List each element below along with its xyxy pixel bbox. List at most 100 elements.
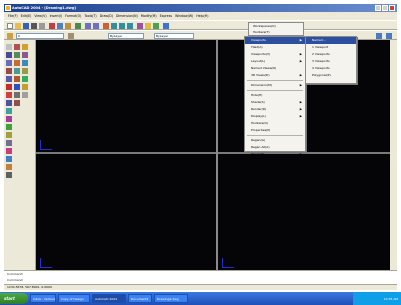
dropdown-item[interactable]: Viewports ▶ <box>245 37 305 44</box>
taskbar-button[interactable]: Document1 <box>128 294 152 303</box>
trim-icon[interactable] <box>22 76 28 82</box>
save-icon[interactable] <box>23 23 29 29</box>
taskbar-button[interactable]: Copy of Design <box>58 294 90 303</box>
menu-format[interactable]: Format(O) <box>65 14 81 18</box>
mirror-icon[interactable] <box>14 52 20 58</box>
menu-edit[interactable]: Edit(E) <box>21 14 32 18</box>
match-properties-icon[interactable] <box>75 23 81 29</box>
dropdown-item[interactable]: Dimension(M) ▶ <box>245 82 305 89</box>
insert-block-icon[interactable] <box>6 124 12 130</box>
cut-icon[interactable] <box>49 23 55 29</box>
offset-icon[interactable] <box>22 52 28 58</box>
viewport-divider-vertical[interactable] <box>216 40 218 270</box>
plot-style-icon[interactable] <box>386 33 392 39</box>
new-icon[interactable] <box>7 23 13 29</box>
dropdown-item[interactable]: Properties(P) <box>245 127 305 134</box>
dropdown-item[interactable]: Render(R) ▶ <box>245 106 305 113</box>
make-current-icon[interactable] <box>68 33 74 39</box>
fillet-icon[interactable] <box>22 92 28 98</box>
paste-icon[interactable] <box>65 23 71 29</box>
redo-icon[interactable] <box>93 23 99 29</box>
color-combo[interactable]: ByLayer <box>108 33 144 39</box>
menu-help[interactable]: Help(H) <box>196 14 208 18</box>
close-button[interactable] <box>389 5 395 11</box>
explode-icon[interactable] <box>14 100 20 106</box>
dropdown-item[interactable]: Viewports(V) ▶ <box>245 51 305 58</box>
dropdown-item[interactable]: Shade(S) ▶ <box>245 99 305 106</box>
circle-icon[interactable] <box>6 92 12 98</box>
print-icon[interactable] <box>31 23 37 29</box>
undo-icon[interactable] <box>85 23 91 29</box>
chamfer-icon[interactable] <box>14 92 20 98</box>
erase-icon[interactable] <box>14 44 20 50</box>
ellipse-icon[interactable] <box>6 116 12 122</box>
taskbar-button[interactable]: Inbox - Outlook <box>30 294 56 303</box>
menu-draw[interactable]: Draw(D) <box>100 14 113 18</box>
arc-icon[interactable] <box>6 84 12 90</box>
copy-icon[interactable] <box>57 23 63 29</box>
viewport-divider-horizontal[interactable] <box>36 152 390 154</box>
open-icon[interactable] <box>15 23 21 29</box>
make-block-icon[interactable] <box>6 132 12 138</box>
dropdown-item[interactable]: Regen(G) <box>245 137 305 144</box>
pan-icon[interactable] <box>103 23 109 29</box>
flyout-item[interactable]: Named... <box>306 37 356 44</box>
flyout-item[interactable]: 3 Viewports <box>306 58 356 65</box>
menu-file[interactable]: File(F) <box>8 14 18 18</box>
maximize-button[interactable] <box>382 5 388 11</box>
zoom-window-icon[interactable] <box>119 23 125 29</box>
flyout-item[interactable]: 1 Viewport <box>306 44 356 51</box>
flyout-item[interactable]: 4 Viewports <box>306 65 356 72</box>
flyout-item[interactable]: Polygonal(P) <box>306 72 356 79</box>
table-icon[interactable] <box>6 164 12 170</box>
copy-object-icon[interactable] <box>22 44 28 50</box>
minimize-button[interactable] <box>375 5 381 11</box>
break-icon[interactable] <box>22 84 28 90</box>
array-icon[interactable] <box>14 60 20 66</box>
spline-icon[interactable] <box>6 108 12 114</box>
dropdown-item[interactable]: Toolbars(O) <box>245 120 305 127</box>
start-button[interactable]: start <box>0 293 28 304</box>
dropdown-item[interactable]: Layout(L) ▶ <box>245 58 305 65</box>
menu-tools[interactable]: Tools(T) <box>84 14 96 18</box>
menu-view[interactable]: View(V) <box>34 14 46 18</box>
draw-order-icon[interactable] <box>376 33 382 39</box>
tool-palettes-icon[interactable] <box>153 23 159 29</box>
hatch-icon[interactable] <box>6 148 12 154</box>
command-line[interactable]: Command: Command: <box>4 270 397 284</box>
polygon-icon[interactable] <box>6 68 12 74</box>
zoom-realtime-icon[interactable] <box>111 23 117 29</box>
taskbar-button[interactable]: AutoCAD 2004 <box>92 294 126 303</box>
taskbar-button[interactable]: Drawing1.dwg <box>154 294 188 303</box>
rotate-icon[interactable] <box>14 68 20 74</box>
move-icon[interactable] <box>22 60 28 66</box>
flyout-item[interactable]: 2 Viewports <box>306 51 356 58</box>
menu-insert[interactable]: Insert(I) <box>50 14 63 18</box>
rectangle-icon[interactable] <box>6 76 12 82</box>
dropdown-item[interactable]: Tiled(A) <box>245 44 305 51</box>
region-icon[interactable] <box>6 156 12 162</box>
menu-window[interactable]: Window(W) <box>175 14 193 18</box>
layer-combo[interactable]: 0 <box>16 33 64 39</box>
dropdown-item[interactable]: 3D Views(D) ▶ <box>245 72 305 79</box>
properties-icon[interactable] <box>137 23 143 29</box>
dropdown-item[interactable]: Display(L) ▶ <box>245 113 305 120</box>
revision-cloud-icon[interactable] <box>6 100 12 106</box>
menu-modify[interactable]: Modify(M) <box>141 14 157 18</box>
layer-manager-icon[interactable] <box>7 33 13 39</box>
design-center-icon[interactable] <box>145 23 151 29</box>
preview-icon[interactable] <box>39 23 45 29</box>
menu-express[interactable]: Express <box>160 14 172 18</box>
polyline-icon[interactable] <box>6 60 12 66</box>
submenu-item[interactable]: Toolbars(T) <box>249 29 303 35</box>
dropdown-item[interactable]: Named Views(N) <box>245 65 305 72</box>
point-icon[interactable] <box>6 140 12 146</box>
linetype-combo[interactable]: ByLayer <box>154 33 194 39</box>
scale-icon[interactable] <box>22 68 28 74</box>
stretch-icon[interactable] <box>14 76 20 82</box>
line-icon[interactable] <box>6 44 12 50</box>
menu-dimension[interactable]: Dimension(N) <box>116 14 138 18</box>
command-prompt[interactable]: Command: <box>4 277 397 283</box>
dropdown-item[interactable]: Regen All(A) <box>245 144 305 151</box>
dropdown-item[interactable]: Hide(H) <box>245 92 305 99</box>
